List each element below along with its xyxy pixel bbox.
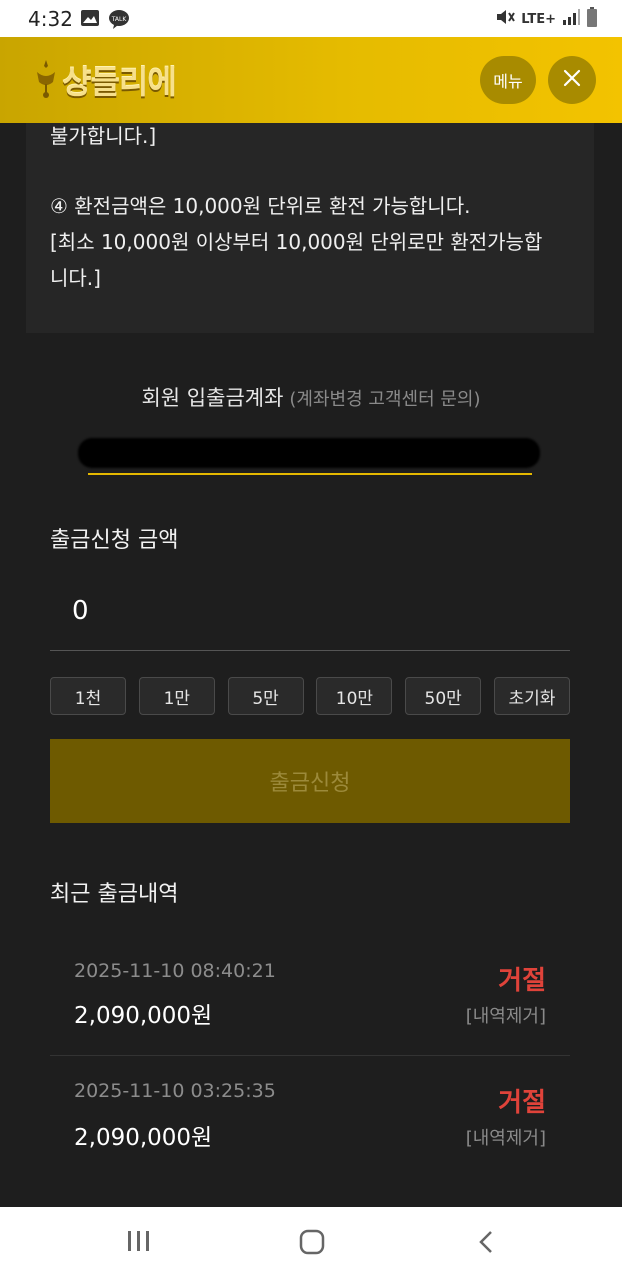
withdraw-submit-button[interactable]: 출금신청: [50, 739, 570, 823]
withdraw-amount-input[interactable]: 0: [72, 596, 89, 626]
system-nav-bar: [0, 1207, 622, 1280]
amount-underline: [50, 650, 570, 651]
history-row: 2025-11-10 03:25:35 2,090,000원 거절 [내역제거]: [50, 1055, 570, 1173]
app-header: 샹들리에 메뉴: [0, 37, 622, 123]
history-title: 최근 출금내역: [50, 882, 179, 907]
close-button[interactable]: [548, 56, 596, 104]
reset-button[interactable]: 초기화: [493, 677, 570, 715]
chip-500k-button[interactable]: 50만: [405, 677, 482, 715]
account-label: 회원 입출금계좌 (계좌변경 고객센터 문의): [0, 382, 622, 412]
status-bar: 4:32 TALK LTE+: [0, 0, 622, 37]
menu-button[interactable]: 메뉴: [480, 56, 536, 104]
battery-icon: [586, 7, 598, 31]
notice-line: ④ 환전금액은 10,000원 단위로 환전 가능합니다.: [50, 194, 471, 218]
withdraw-amount-title: 출금신청 금액: [50, 528, 179, 553]
history-remove-link[interactable]: [내역제거]: [466, 1002, 546, 1028]
history-amount: 2,090,000원: [74, 1125, 213, 1151]
history-status-badge: 거절: [498, 1088, 546, 1118]
account-label-sub: (계좌변경 고객센터 문의): [289, 389, 481, 410]
chandelier-icon: [34, 58, 58, 102]
image-icon: [80, 9, 100, 31]
history-status-badge: 거절: [498, 966, 546, 996]
network-label: LTE+: [521, 11, 556, 27]
chip-100k-button[interactable]: 10만: [316, 677, 393, 715]
chip-1k-button[interactable]: 1천: [50, 677, 126, 715]
back-icon[interactable]: [476, 1229, 496, 1259]
home-icon[interactable]: [298, 1229, 326, 1259]
talk-icon: TALK: [108, 9, 130, 33]
history-date: 2025-11-10 08:40:21: [74, 960, 276, 982]
history-date: 2025-11-10 03:25:35: [74, 1080, 276, 1102]
account-underline: [88, 473, 532, 475]
status-time: 4:32: [28, 7, 73, 31]
account-label-main: 회원 입출금계좌: [141, 386, 284, 410]
svg-text:TALK: TALK: [111, 16, 128, 23]
close-icon: [563, 69, 581, 91]
recent-apps-icon[interactable]: [126, 1229, 152, 1257]
account-number-redacted: [78, 438, 540, 468]
logo[interactable]: 샹들리에: [34, 57, 177, 103]
notice-line: 불가합니다.]: [50, 124, 157, 148]
history-amount: 2,090,000원: [74, 1003, 213, 1029]
chip-10k-button[interactable]: 1만: [138, 677, 215, 715]
logo-text: 샹들리에: [62, 63, 177, 101]
notice-box: 불가합니다.] ④ 환전금액은 10,000원 단위로 환전 가능합니다. [최…: [26, 123, 594, 333]
history-remove-link[interactable]: [내역제거]: [466, 1124, 546, 1150]
mute-icon: [495, 8, 516, 30]
status-right: LTE+: [495, 7, 598, 31]
chip-50k-button[interactable]: 5만: [227, 677, 304, 715]
notice-line: [최소 10,000원 이상부터 10,000원 단위로만 환전가능합: [50, 230, 543, 254]
amount-chips: 1천 1만 5만 10만 50만 초기화: [50, 677, 570, 715]
history-row: 2025-11-10 08:40:21 2,090,000원 거절 [내역제거]: [50, 940, 570, 1058]
notice-line: 니다.]: [50, 266, 101, 290]
signal-icon: [562, 9, 580, 29]
